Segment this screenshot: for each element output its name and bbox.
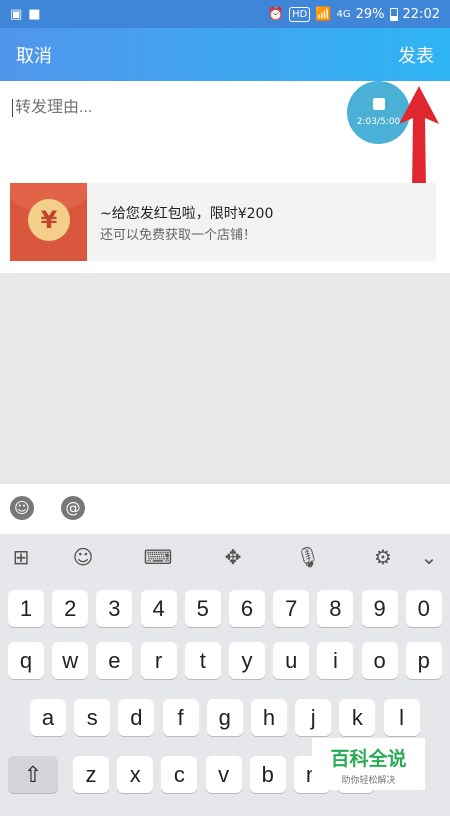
key-u[interactable]: u [273,642,310,679]
key-9[interactable]: 9 [361,590,398,627]
key-e[interactable]: e [96,642,133,679]
battery-icon [389,7,398,21]
compose-area: 2:03/5:00 ¥ ~给您发红包啦，限时¥200 还可以免费获取一个店铺！ [0,81,450,273]
key-w[interactable]: w [52,642,89,679]
keyboard-toolbar: ⊞ ☺ ⌨ ✥ 🎙 ⚙ ⌄ [0,534,450,580]
red-packet-icon: ¥ [10,183,87,261]
key-j[interactable]: j [295,699,332,736]
card-subtitle: 还可以免费获取一个店铺！ [100,228,257,243]
key-b[interactable]: b [249,756,286,793]
key-p[interactable]: p [405,642,442,679]
key-q[interactable]: q [8,642,44,679]
key-8[interactable]: 8 [317,590,354,627]
clock: 22:02 [402,6,440,22]
key-g[interactable]: g [206,699,243,736]
key-x[interactable]: x [117,756,154,793]
shared-link-card[interactable]: ¥ ~给您发红包啦，限时¥200 还可以免费获取一个店铺！ [10,183,436,261]
key-c[interactable]: c [161,756,198,793]
screenshot-icon: ▣ [10,6,23,22]
nav-bar: 取消 发表 [0,28,450,81]
key-s[interactable]: s [74,699,111,736]
battery-percent: 29% [355,6,385,22]
microphone-icon[interactable]: 🎙 [293,542,323,572]
key-h[interactable]: h [251,699,287,736]
apps-icon[interactable]: ⊞ [6,542,36,572]
key-y[interactable]: y [229,642,265,679]
key-i[interactable]: i [317,642,354,679]
key-f[interactable]: f [162,699,199,736]
publish-button[interactable]: 发表 [398,42,434,68]
key-3[interactable]: 3 [96,590,133,627]
settings-icon[interactable]: ⚙ [368,542,398,572]
cursor-move-icon[interactable]: ✥ [218,542,248,572]
key-o[interactable]: o [361,642,398,679]
stop-icon [373,98,385,110]
network-label: 4G [336,8,351,20]
chevron-down-icon[interactable]: ⌄ [414,542,444,572]
yen-icon: ¥ [28,199,70,241]
smiley-icon[interactable]: ☺ [10,496,34,520]
compose-toolbar: ☺ @ [0,484,450,534]
key-6[interactable]: 6 [229,590,265,627]
at-icon[interactable]: @ [61,496,85,520]
repost-reason-input[interactable] [12,99,332,117]
key-t[interactable]: t [184,642,221,679]
key-v[interactable]: v [205,756,242,793]
hd-badge: HD [289,6,311,22]
red-arrow-annotation [399,86,439,192]
card-title: ~给您发红包啦，限时¥200 [100,206,274,222]
key-a[interactable]: a [30,699,66,736]
key-l[interactable]: l [383,699,420,736]
key-d[interactable]: d [118,699,155,736]
watermark-subtitle: 助你轻松解决 [341,776,396,786]
key-r[interactable]: r [140,642,177,679]
watermark-title: 百科全说 [330,748,407,770]
key-1[interactable]: 1 [8,590,44,627]
key-k[interactable]: k [339,699,376,736]
key-5[interactable]: 5 [184,590,221,627]
watermark-logo: 百科全说 助你轻松解决 [312,738,425,790]
wifi-icon: 📶 [315,6,332,22]
status-bar: ▣ ■ ⏰ HD 📶 4G 29% 22:02 [0,0,450,28]
key-z[interactable]: z [73,756,109,793]
key-7[interactable]: 7 [273,590,310,627]
key-0[interactable]: 0 [405,590,442,627]
keyboard-icon[interactable]: ⌨ [143,542,173,572]
key-2[interactable]: 2 [52,590,89,627]
key-4[interactable]: 4 [140,590,177,627]
cancel-button[interactable]: 取消 [16,42,52,68]
video-icon: ■ [28,6,41,22]
emoji-icon[interactable]: ☺ [68,542,98,572]
shift-key[interactable]: ⇧ [8,756,58,793]
alarm-icon: ⏰ [267,6,285,22]
